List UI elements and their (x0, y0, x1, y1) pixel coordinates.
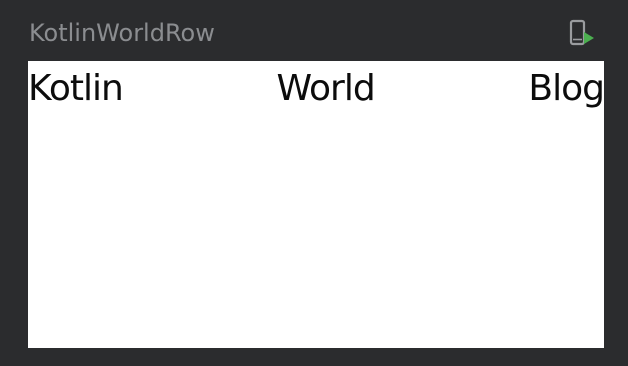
row-text-world: World (276, 68, 376, 109)
row-text-kotlin: Kotlin (28, 68, 124, 109)
deploy-to-device-icon (569, 19, 594, 46)
deploy-to-device-button[interactable] (568, 19, 596, 47)
row-text-blog: Blog (528, 68, 604, 109)
device-preview: Kotlin World Blog (28, 61, 604, 348)
preview-title: KotlinWorldRow (29, 19, 215, 47)
kotlin-world-row: Kotlin World Blog (28, 61, 604, 117)
